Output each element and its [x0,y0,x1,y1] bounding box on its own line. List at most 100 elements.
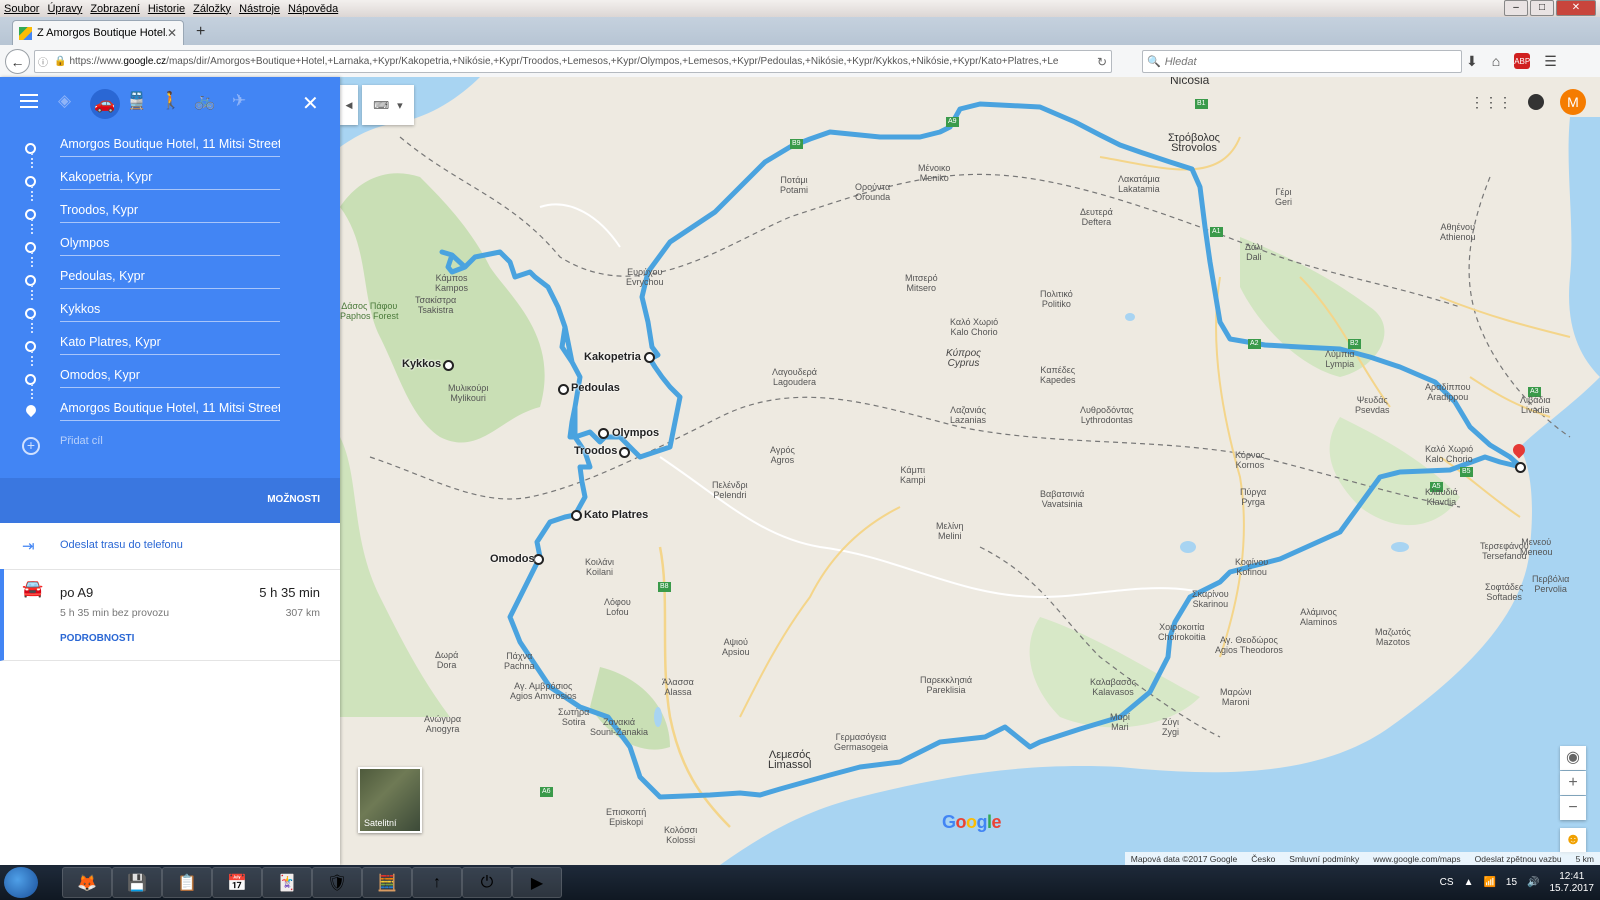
close-directions-icon[interactable]: ✕ [302,91,319,116]
system-tray: CS ▲ 📶 15 🔊 12:41 15.7.2017 [1440,865,1594,900]
marker-troodos[interactable] [619,447,630,458]
transit-mode-icon[interactable]: 🚆 [126,91,147,111]
waypoint-5[interactable]: Kykkos [0,299,340,333]
country-link[interactable]: Česko [1251,854,1275,864]
label-pelendri: Πελένδρι Pelendri [712,480,748,500]
maps-url-link[interactable]: www.google.com/maps [1373,854,1460,864]
city-kakopetria[interactable]: Kakopetria [584,351,641,363]
walk-mode-icon[interactable]: 🚶 [160,91,181,111]
download-icon[interactable]: ⬇ [1466,53,1478,70]
menu-historie[interactable]: Historie [144,3,189,15]
power-taskbar-icon[interactable]: ⏻ [462,867,512,898]
search-input[interactable]: 🔍 Hledat [1142,50,1462,73]
maximize-button[interactable]: □ [1530,0,1554,16]
label-kampi: Κάμπι Kampi [900,465,926,485]
send-to-phone-link[interactable]: Odeslat trasu do telefonu [60,539,183,551]
volume-icon[interactable]: 🔊 [1527,877,1539,888]
waypoint-8[interactable]: Amorgos Boutique Hotel, 11 Mitsi Street [0,398,340,431]
marker-pedoulas[interactable] [558,384,569,395]
notifications-icon[interactable] [1528,94,1544,110]
apps-grid-icon[interactable]: ⋮⋮⋮ [1470,94,1512,111]
map-canvas[interactable]: A9 B9 A1 A2 A5 A6 B8 B1 B2 B5 A3 Nicosia… [340,77,1600,865]
waypoint-6[interactable]: Kato Platres, Kypr [0,332,340,366]
terms-link[interactable]: Smluvní podmínky [1289,854,1359,864]
info-icon[interactable]: ⓘ [38,54,48,69]
flight-mode-icon[interactable]: ✈ [232,91,246,111]
menu-zobrazeni[interactable]: Zobrazení [86,3,144,15]
arrow-taskbar-icon[interactable]: ↑ [412,867,462,898]
send-to-phone-row[interactable]: ⇥ Odeslat trasu do telefonu [0,523,340,570]
bike-mode-icon[interactable]: 🚲 [194,91,215,111]
tray-arrow-icon[interactable]: ▲ [1464,877,1474,888]
waypoint-7[interactable]: Omodos, Kypr [0,365,340,399]
close-tab-icon[interactable]: ✕ [167,26,177,40]
avatar[interactable]: M [1560,89,1586,115]
hamburger-menu-icon[interactable]: ☰ [1544,53,1557,70]
adblock-icon[interactable]: ABP [1514,53,1530,69]
destination-pin-icon [23,402,39,418]
details-link[interactable]: PODROBNOSTI [60,633,134,644]
menu-nastroje[interactable]: Nástroje [235,3,284,15]
search-engine-icon[interactable]: 🔍 [1147,55,1161,68]
road-b2-shield: B2 [1348,339,1361,349]
waypoint-0[interactable]: Amorgos Boutique Hotel, 11 Mitsi Street [0,134,340,168]
tray-number: 15 [1505,877,1518,888]
label-deftera: Δευτερά Deftera [1080,207,1113,227]
waypoint-4[interactable]: Pedoulas, Kypr [0,266,340,300]
input-tools-button[interactable]: ⌨ ▾ [362,85,414,125]
waypoint-2[interactable]: Troodos, Kypr [0,200,340,234]
calculator-taskbar-icon[interactable]: 🧮 [362,867,412,898]
street-view-pegman-icon[interactable]: ☻ [1560,828,1586,852]
add-destination[interactable]: + Přidat cíl [0,432,340,465]
shield-taskbar-icon[interactable]: 🛡 [312,867,362,898]
marker-hotel[interactable] [1515,462,1526,473]
waypoint-1[interactable]: Kakopetria, Kypr [0,167,340,201]
city-pedoulas[interactable]: Pedoulas [571,382,620,394]
language-indicator[interactable]: CS [1440,877,1454,888]
floppy-taskbar-icon[interactable]: 💾 [112,867,162,898]
marker-kakopetria[interactable] [644,352,655,363]
home-icon[interactable]: ⌂ [1492,53,1500,70]
reload-icon[interactable]: ↻ [1097,55,1107,69]
waypoint-3[interactable]: Olympos [0,233,340,267]
label-kalo-chorio: Καλό Χωριό Kalo Chorio [950,317,999,337]
city-troodos[interactable]: Troodos [574,445,617,457]
menu-upravy[interactable]: Úpravy [43,3,86,15]
collapse-panel-button[interactable]: ◀ [340,85,358,125]
minimize-button[interactable]: – [1504,0,1528,16]
firefox-taskbar-icon[interactable]: 🦊 [62,867,112,898]
city-kykkos[interactable]: Kykkos [402,358,441,370]
cards-taskbar-icon[interactable]: 🃏 [262,867,312,898]
city-omodos[interactable]: Omodos [490,553,535,565]
city-olympos[interactable]: Olympos [612,427,659,439]
marker-kato-platres[interactable] [571,510,582,521]
my-location-icon[interactable]: ◉ [1560,746,1586,770]
calendar-taskbar-icon[interactable]: 📅 [212,867,262,898]
media-taskbar-icon[interactable]: ▶ [512,867,562,898]
marker-olympos[interactable] [598,428,609,439]
satellite-toggle[interactable]: Satelitní [358,767,422,833]
notes-taskbar-icon[interactable]: 📋 [162,867,212,898]
start-button[interactable] [4,867,38,898]
url-bar[interactable]: ⓘ 🔒 https://www.google.cz/maps/dir/Amorg… [34,50,1112,73]
best-route-icon[interactable]: ◈ [58,91,71,111]
close-window-button[interactable]: ✕ [1556,0,1596,16]
city-kato-platres[interactable]: Kato Platres [584,509,648,521]
route-name: po A9 [60,585,94,600]
network-icon[interactable]: 📶 [1483,877,1495,888]
options-button[interactable]: MOŽNOSTI [267,494,320,505]
menu-icon[interactable] [20,94,38,112]
zoom-out-button[interactable]: − [1560,796,1586,820]
back-button[interactable]: ← [5,49,30,74]
clock[interactable]: 12:41 15.7.2017 [1550,871,1595,895]
marker-kykkos[interactable] [443,360,454,371]
route-option[interactable]: 🚘 po A9 5 h 35 min 5 h 35 min bez provoz… [0,569,340,661]
car-mode-icon[interactable]: 🚗 [90,89,120,119]
menu-soubor[interactable]: Soubor [0,3,43,15]
browser-tab[interactable]: Z Amorgos Boutique Hotel... ✕ [12,20,184,45]
menu-zalozky[interactable]: Záložky [189,3,235,15]
feedback-link[interactable]: Odeslat zpětnou vazbu [1475,854,1562,864]
menu-napoveda[interactable]: Nápověda [284,3,342,15]
new-tab-button[interactable]: + [196,23,205,41]
zoom-in-button[interactable]: + [1560,771,1586,795]
